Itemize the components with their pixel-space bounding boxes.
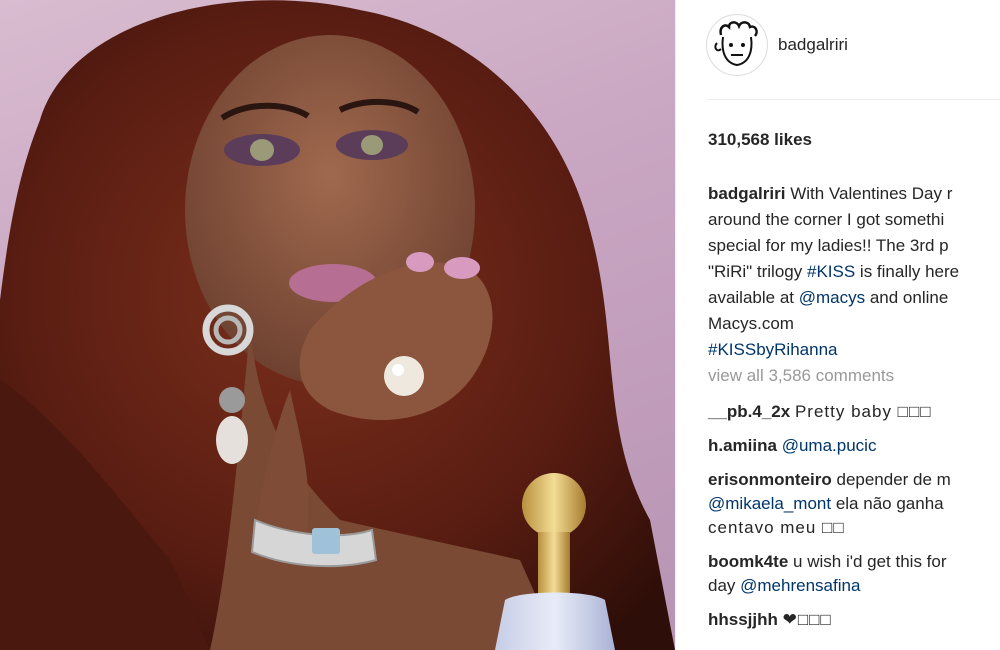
comment-text: day	[708, 576, 741, 595]
hashtag-link[interactable]: #KISSbyRihanna	[708, 340, 837, 359]
post-caption: badgalriri With Valentines Day r around …	[708, 181, 1000, 363]
caption-text: With Valentines Day r	[790, 184, 953, 203]
mention-link[interactable]: @uma.pucic	[782, 436, 877, 455]
comment-text: ❤□□□	[782, 610, 832, 629]
caption-line: "RiRi" trilogy #KISS is finally here	[708, 259, 1000, 285]
caption-text: and online	[865, 288, 949, 307]
comment-username[interactable]: erisonmonteiro	[708, 470, 832, 489]
caption-text: "RiRi" trilogy	[708, 262, 807, 281]
mention-link[interactable]: @macys	[799, 288, 865, 307]
comment-item: erisonmonteiro depender de m @mikaela_mo…	[708, 468, 1000, 540]
comment-text: u wish i'd get this for	[793, 552, 947, 571]
caption-line: Macys.com	[708, 314, 794, 333]
comment-username[interactable]: hhssjjhh	[708, 610, 778, 629]
cartoon-face-avatar-icon	[714, 21, 758, 67]
comment-username[interactable]: boomk4te	[708, 552, 788, 571]
caption-text: is finally here	[855, 262, 960, 281]
comment-text: ela não ganha	[835, 494, 944, 513]
caption-line: special for my ladies!! The 3rd p	[708, 236, 949, 255]
caption-author[interactable]: badgalriri	[708, 184, 785, 203]
post-header: badgalriri	[706, 14, 848, 76]
comment-item: __pb.4_2x Pretty baby □□□	[708, 400, 1000, 424]
avatar[interactable]	[706, 14, 768, 76]
comment-item: h.amiina @uma.pucic	[708, 434, 1000, 458]
caption-text: available at	[708, 288, 799, 307]
post-author-username[interactable]: badgalriri	[778, 35, 848, 55]
comment-username[interactable]: h.amiina	[708, 436, 777, 455]
comment-list: __pb.4_2x Pretty baby □□□ h.amiina @uma.…	[708, 400, 1000, 642]
post-photo-illustration	[0, 0, 675, 650]
likes-count[interactable]: 310,568 likes	[708, 130, 812, 150]
comment-item: hhssjjhh ❤□□□	[708, 608, 1000, 632]
comment-item: boomk4te u wish i'd get this for day @me…	[708, 550, 1000, 598]
caption-line: around the corner I got somethi	[708, 210, 945, 229]
mention-link[interactable]: @mehrensafina	[740, 576, 860, 595]
mention-link[interactable]: @mikaela_mont	[708, 494, 831, 513]
header-divider	[706, 99, 1000, 100]
caption-line: #KISSbyRihanna	[708, 337, 1000, 363]
comment-text: centavo meu □□	[708, 518, 845, 537]
comment-text: depender de m	[836, 470, 951, 489]
post-photo[interactable]	[0, 0, 675, 650]
comment-username[interactable]: __pb.4_2x	[708, 402, 790, 421]
view-all-comments-link[interactable]: view all 3,586 comments	[708, 366, 894, 386]
post-side-panel: badgalriri 310,568 likes badgalriri With…	[676, 0, 1000, 650]
hashtag-link[interactable]: #KISS	[807, 262, 855, 281]
comment-text: Pretty baby □□□	[794, 402, 932, 421]
caption-line: available at @macys and online	[708, 285, 1000, 311]
caption-line: badgalriri With Valentines Day r	[708, 181, 1000, 207]
